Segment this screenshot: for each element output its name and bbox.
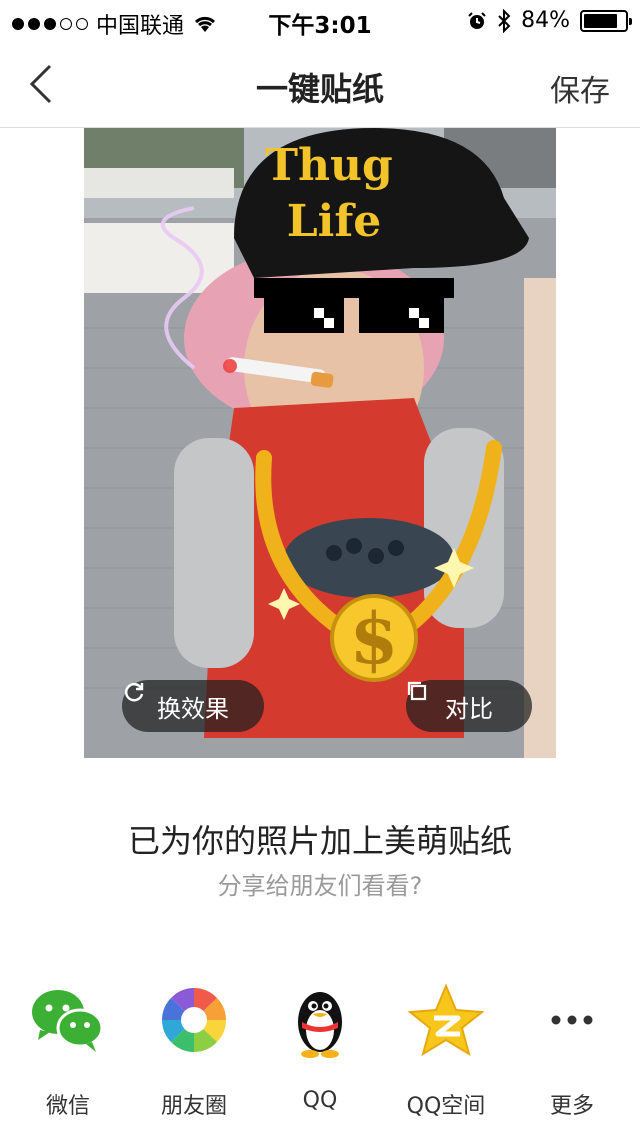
change-effect-button[interactable]: 换效果 xyxy=(122,680,264,732)
share-qq-button[interactable]: QQ xyxy=(256,976,384,1126)
hat-text-thug: Thug xyxy=(265,140,393,191)
more-dots-icon xyxy=(551,1015,593,1025)
save-button[interactable]: 保存 xyxy=(550,66,610,110)
moments-icon xyxy=(162,988,226,1052)
refresh-icon xyxy=(125,683,144,702)
compare-icon xyxy=(407,681,427,701)
share-more-button[interactable]: 更多 xyxy=(508,976,636,1126)
bluetooth-icon xyxy=(498,8,511,33)
sticker-photo: Thug Life $ 换效果 对比 xyxy=(84,128,556,758)
compare-label: 对比 xyxy=(445,694,493,723)
battery-icon xyxy=(580,9,632,32)
qzone-star-icon xyxy=(407,983,485,1057)
share-more-label: 更多 xyxy=(549,1094,594,1119)
nav-bar: 一键贴纸 保存 xyxy=(0,40,640,128)
status-right: 84% xyxy=(467,8,632,33)
share-row: 微信 朋友圈 QQ QQ空间 更多 xyxy=(0,976,640,1126)
share-wechat-label: 微信 xyxy=(45,1094,90,1119)
share-wechat-button[interactable]: 微信 xyxy=(4,976,132,1126)
status-bar: 中国联通 下午3:01 84% xyxy=(0,0,640,40)
hat-text-life: Life xyxy=(287,196,382,247)
photo-illustration: Thug Life $ xyxy=(84,128,556,758)
alarm-clock-icon xyxy=(468,11,486,29)
share-qzone-button[interactable]: QQ空间 xyxy=(382,976,510,1126)
compare-button[interactable]: 对比 xyxy=(406,680,532,732)
qq-penguin-icon xyxy=(298,992,342,1058)
share-moments-button[interactable]: 朋友圈 xyxy=(130,976,258,1126)
svg-text:$: $ xyxy=(350,597,399,680)
change-effect-label: 换效果 xyxy=(157,694,229,723)
share-moments-label: 朋友圈 xyxy=(160,1094,227,1119)
page-title: 一键贴纸 xyxy=(255,70,384,108)
result-headline: 已为你的照片加上美萌贴纸 xyxy=(127,822,512,860)
share-qq-label: QQ xyxy=(302,1088,338,1113)
share-qzone-label: QQ空间 xyxy=(406,1094,486,1119)
battery-percent: 84% xyxy=(521,8,570,33)
result-subline: 分享给朋友们看看? xyxy=(217,872,423,900)
wechat-icon xyxy=(32,990,104,1052)
